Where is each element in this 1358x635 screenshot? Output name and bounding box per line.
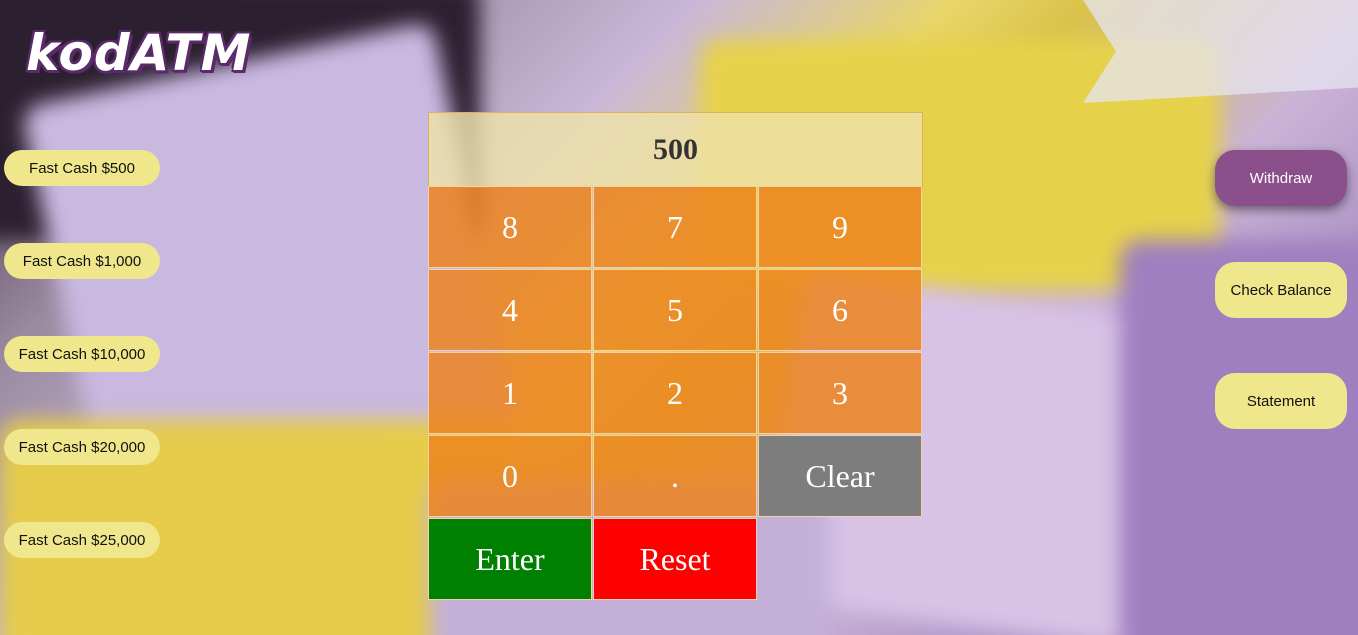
kodatm-logo: kodATM [26, 24, 252, 82]
key-7[interactable]: 7 [593, 186, 757, 268]
key-0[interactable]: 0 [428, 435, 592, 517]
fast-cash-10000-button[interactable]: Fast Cash $10,000 [4, 336, 160, 372]
enter-button[interactable]: Enter [428, 518, 592, 600]
reset-button[interactable]: Reset [593, 518, 757, 600]
key-decimal[interactable]: . [593, 435, 757, 517]
clear-button[interactable]: Clear [758, 435, 922, 517]
keypad: 500 8 7 9 4 5 6 1 2 3 0 . Clear Enter Re… [428, 112, 923, 604]
key-8[interactable]: 8 [428, 186, 592, 268]
key-4[interactable]: 4 [428, 269, 592, 351]
fast-cash-20000-button[interactable]: Fast Cash $20,000 [4, 429, 160, 465]
check-balance-button[interactable]: Check Balance [1215, 262, 1347, 318]
key-1[interactable]: 1 [428, 352, 592, 434]
key-3[interactable]: 3 [758, 352, 922, 434]
key-5[interactable]: 5 [593, 269, 757, 351]
fast-cash-25000-button[interactable]: Fast Cash $25,000 [4, 522, 160, 558]
withdraw-button[interactable]: Withdraw [1215, 150, 1347, 206]
key-9[interactable]: 9 [758, 186, 922, 268]
key-6[interactable]: 6 [758, 269, 922, 351]
key-2[interactable]: 2 [593, 352, 757, 434]
header-ribbon [1083, 0, 1358, 103]
fast-cash-500-button[interactable]: Fast Cash $500 [4, 150, 160, 186]
statement-button[interactable]: Statement [1215, 373, 1347, 429]
fast-cash-1000-button[interactable]: Fast Cash $1,000 [4, 243, 160, 279]
amount-display: 500 [428, 112, 923, 188]
